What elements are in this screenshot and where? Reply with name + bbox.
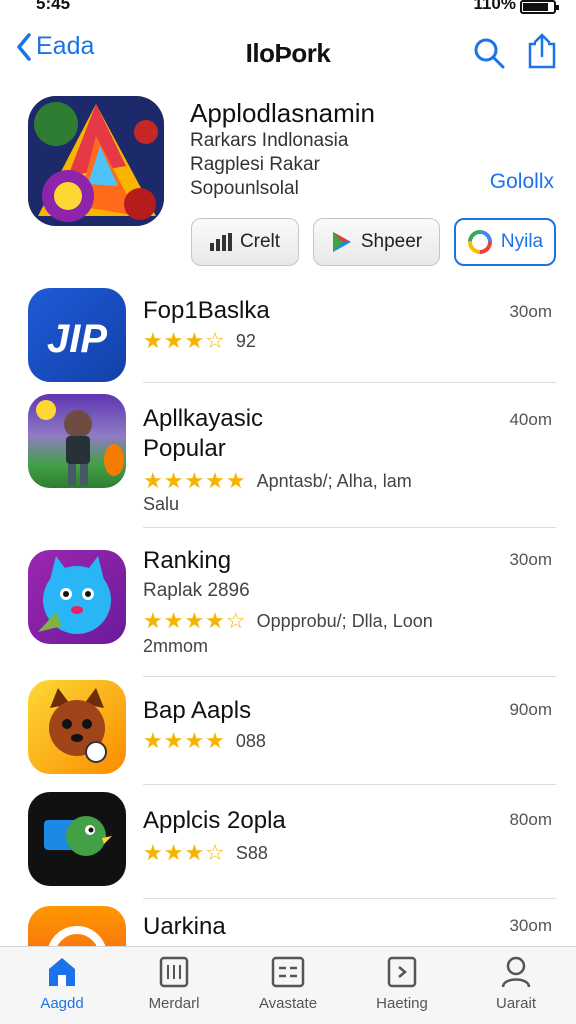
google-button-label: Nyila (500, 231, 544, 252)
featured-app-subtitle: Rarkars Indlonasia (190, 130, 349, 151)
app-time: 80om (509, 810, 552, 829)
featured-app-icon (28, 96, 164, 226)
app-time: 30om (509, 302, 552, 321)
app-icon (28, 550, 126, 644)
star-rating-icon: ★★★★★ (143, 468, 247, 493)
app-name: Apllkayasic Popular (143, 405, 264, 462)
divider (143, 527, 556, 528)
star-rating-icon: ★★★★☆ (143, 608, 247, 633)
featured-app[interactable]: Applodlasnamin Rarkars Indlonasia Ragple… (28, 96, 558, 276)
app-rating: ★★★☆ 92 (143, 328, 256, 354)
featured-app-title: Applodlasnamin (190, 98, 376, 128)
store-button[interactable]: Shpeer (313, 218, 440, 266)
tab-label: Aagdd (40, 995, 84, 1012)
app-rating: ★★★★★ Apntasb/; Alha, lam (143, 468, 412, 494)
navigation-bar: Eada IloÞork (0, 28, 576, 76)
google-icon (467, 230, 492, 254)
star-rating-icon: ★★★☆ (143, 328, 226, 353)
app-icon (28, 792, 126, 886)
app-subtitle: Salu (143, 494, 180, 514)
app-time: 30om (509, 916, 552, 935)
app-size: 2mmom (143, 636, 209, 656)
app-subtitle: Raplak 2896 (143, 580, 250, 601)
status-bar: 5:45 110% (0, 0, 576, 18)
tab-label: Haeting (376, 995, 428, 1012)
app-rating: ★★★☆ S88 (143, 840, 268, 866)
list-icon (271, 956, 305, 988)
rating-details: Apntasb/; Alha, lam (256, 470, 412, 491)
tab-label: Merdarl (148, 995, 200, 1012)
battery-icon (520, 0, 559, 14)
star-rating-icon: ★★★☆ (143, 840, 226, 865)
home-icon (49, 958, 75, 986)
app-icon (28, 680, 126, 774)
google-button[interactable]: Nyila (454, 218, 556, 266)
tab-label: Avastate (258, 995, 318, 1012)
app-rating: ★★★★☆ Oppprobu/; Dlla, Loon (143, 608, 433, 634)
divider (143, 784, 556, 785)
app-name: Bap Aapls (143, 697, 252, 724)
share-icon[interactable] (526, 32, 558, 70)
divider (143, 676, 556, 677)
tab-apps[interactable]: Avastate (238, 955, 338, 1012)
battery-percentage: 110% (473, 0, 516, 13)
chart-button-label: Crelt (239, 231, 281, 252)
play-store-icon (332, 232, 351, 252)
divider (143, 898, 556, 899)
svg-text:JIP: JIP (47, 317, 107, 361)
star-rating-icon: ★★★★ (143, 728, 226, 753)
tab-bar: Aagdd Merdarl Avastate Haeting Uarait (0, 946, 576, 1024)
featured-app-developer: Sopounlsolal (190, 178, 299, 199)
app-icon (28, 394, 126, 488)
app-time: 90om (509, 700, 552, 719)
person-icon (501, 956, 531, 988)
status-time: 5:45 (36, 0, 71, 13)
tab-label: Uarait (495, 995, 536, 1012)
tab-arcade[interactable]: Haeting (352, 955, 452, 1012)
bar-chart-icon (209, 233, 232, 251)
tab-account[interactable]: Uarait (466, 955, 566, 1012)
rating-details: Oppprobu/; Dlla, Loon (256, 610, 433, 631)
featured-app-category: Ragplesi Rakar (190, 154, 320, 175)
app-name: Applcis 2opla (143, 807, 286, 834)
apps-icon (159, 956, 189, 988)
app-name: Uarkina (143, 913, 226, 940)
app-rating: ★★★★ 088 (143, 728, 266, 754)
app-icon: JIP (28, 288, 126, 382)
featured-more-link[interactable]: Golollx (490, 170, 554, 194)
rating-count: S88 (235, 842, 268, 863)
app-name: Ranking (143, 547, 232, 574)
divider (143, 382, 556, 383)
app-name: Fop1Baslka (143, 297, 270, 324)
store-button-label: Shpeer (360, 231, 423, 252)
arcade-icon (387, 956, 417, 988)
status-indicators: 110% (473, 0, 559, 14)
chart-button[interactable]: Crelt (191, 218, 299, 266)
app-time: 30om (509, 550, 552, 569)
tab-games[interactable]: Merdarl (124, 955, 224, 1012)
tab-today[interactable]: Aagdd (12, 955, 112, 1012)
app-time: 40om (509, 410, 552, 429)
search-icon[interactable] (472, 36, 506, 70)
rating-count: 088 (235, 730, 266, 751)
rating-count: 92 (235, 330, 256, 351)
